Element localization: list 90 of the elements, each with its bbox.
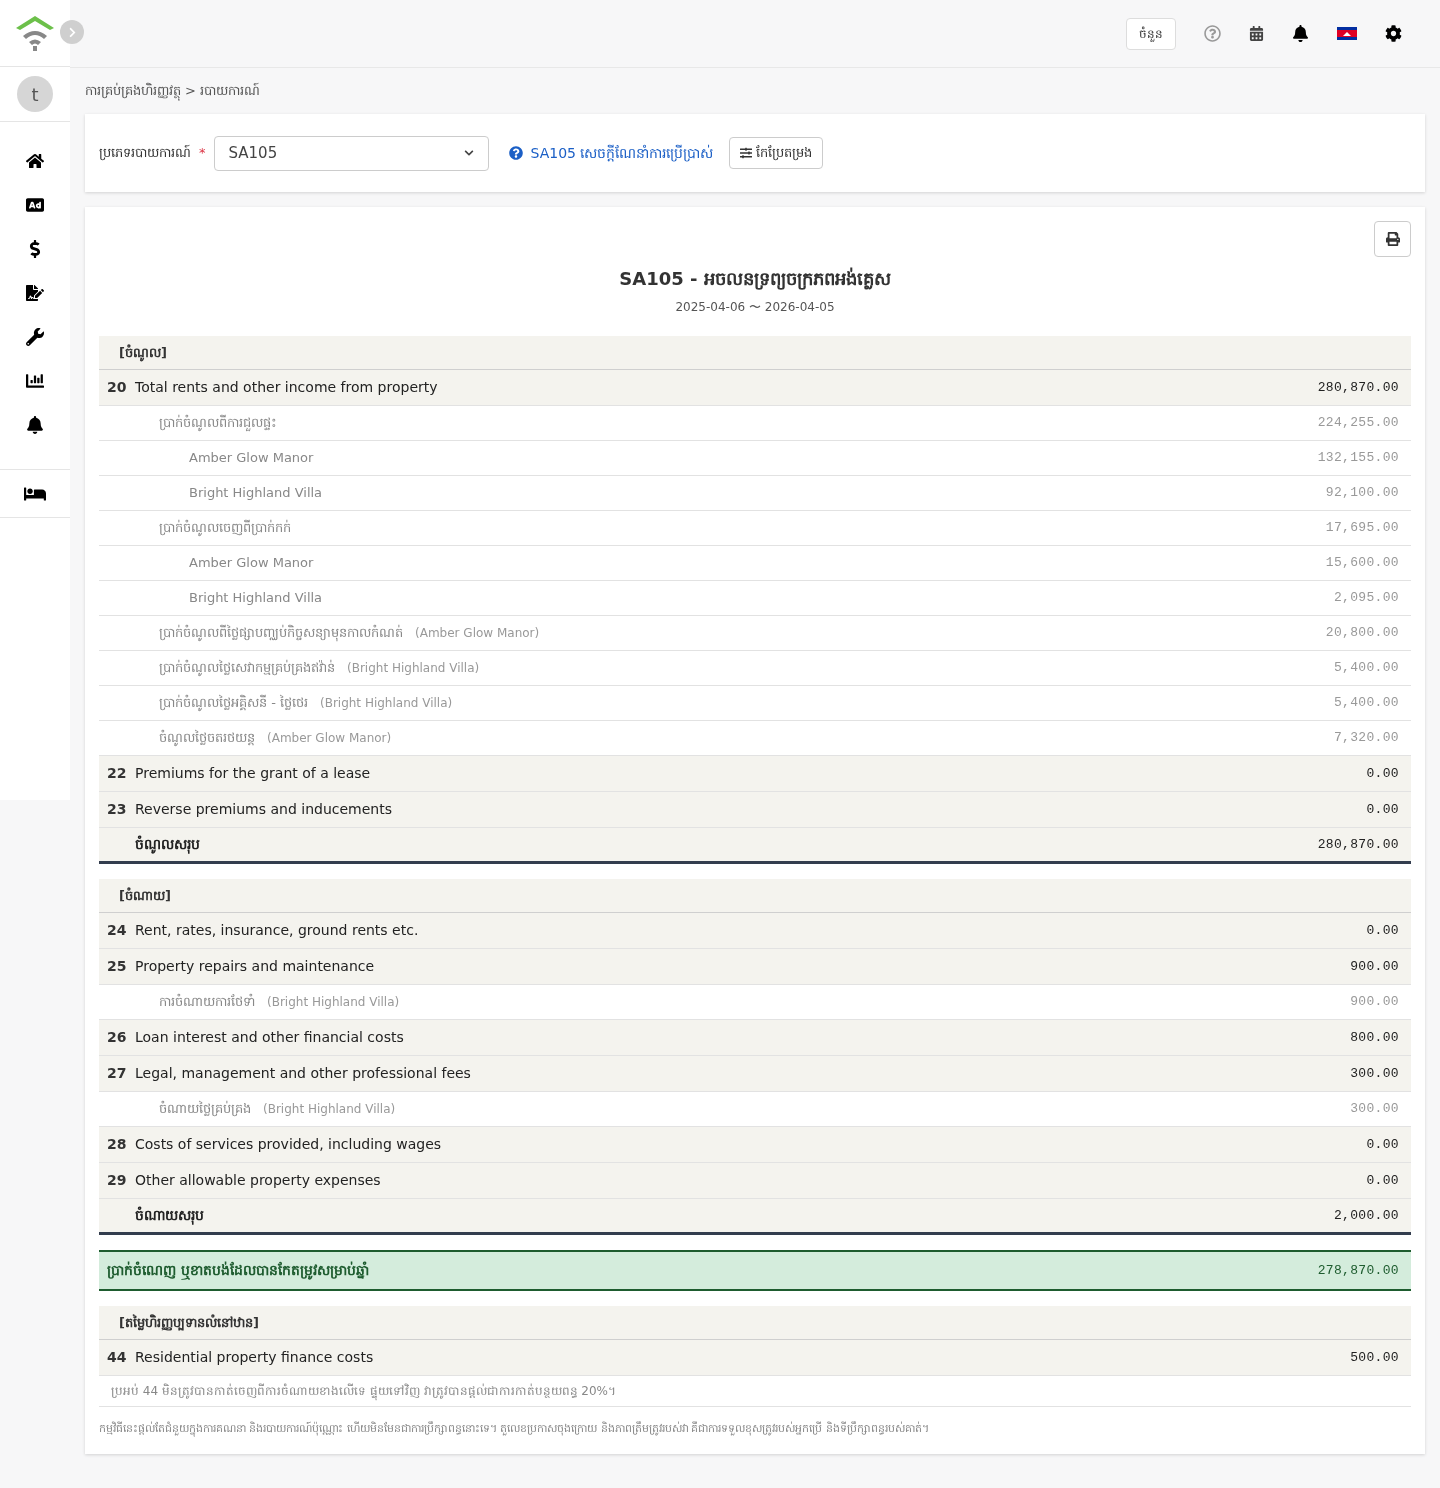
amount: 0.00 <box>1366 1171 1399 1190</box>
disclaimer: កម្មវិធីនេះផ្តល់តែជំនួយក្នុងការគណនា និងរបាយការណ៍ប៉ុណ្ណោះ ហើយមិនមែនជាការប្រឹក្សាពន្ធនោះទេ។ តួលេខប្រកាសចុងក្រោយ និងភាពត្រឹមត្រូវរបស់វា គឺជាការទទួលខុសត្រូវរបស់អ្នកប្រើ និងទីប្រឹក្សាពន្ធរបស់គាត់។ <box>99 1420 930 1438</box>
detail-label: ប្រាក់ចំណូលចេញពីប្រាក់កក់ <box>159 518 291 538</box>
section-heading: [ចំណូល] <box>99 336 1411 370</box>
amount: 15,600.00 <box>1325 554 1399 573</box>
detail-label: ប្រាក់ចំណូលថ្លៃសេវាកម្មគ្រប់គ្រងឥវ៉ាន់ <box>159 658 335 678</box>
amount: 7,320.00 <box>1334 729 1399 748</box>
calendar-icon[interactable] <box>1249 26 1264 41</box>
property-note: (Amber Glow Manor) <box>415 625 540 642</box>
ad-icon[interactable] <box>26 196 44 214</box>
total-label: ចំណូលសរុប <box>135 834 200 855</box>
edit-filter-button[interactable]: កែប្រែតម្រង <box>729 137 824 169</box>
amount: 0.00 <box>1366 764 1399 783</box>
detail-label: ប្រាក់ចំណូលពីការជួលផ្ទះ <box>159 413 277 433</box>
bar-chart-icon[interactable] <box>26 372 44 390</box>
breadcrumb-separator: > <box>185 82 196 101</box>
amount: 5,400.00 <box>1334 694 1399 713</box>
amount: 2,000.00 <box>1334 1206 1399 1225</box>
home-icon[interactable] <box>26 152 44 170</box>
line-label: Property repairs and maintenance <box>135 957 375 976</box>
detail-label: ការចំណាយការថែទាំ <box>159 992 255 1012</box>
help-icon <box>508 146 523 160</box>
amount: 900.00 <box>1350 993 1399 1012</box>
property-note: (Bright Highland Villa) <box>267 994 400 1011</box>
report-type-select[interactable]: SA105 <box>213 135 489 171</box>
amount: 92,100.00 <box>1325 484 1399 503</box>
amount: 224,255.00 <box>1317 414 1399 433</box>
help-icon[interactable] <box>1204 25 1221 42</box>
amount: 500.00 <box>1350 1348 1399 1367</box>
footnote: ប្រអប់ 44 មិនត្រូវបានកាត់ចេញពីការចំណាយខាងលើទេ ផ្ទុយទៅវិញ វាត្រូវបានផ្តល់ជាការកាត់បន្ថយពន្ធ 20%។ <box>99 1376 1411 1407</box>
section-heading: [តម្លៃហិរញ្ញប្បទានលំនៅឋាន] <box>99 1306 1411 1340</box>
field-label: ប្រភេទរបាយការណ៍ <box>99 144 191 163</box>
amount: 2,095.00 <box>1334 589 1399 608</box>
required-mark: * <box>199 144 206 163</box>
flag-icon[interactable] <box>1337 27 1357 40</box>
detail-label: ប្រាក់ចំណូលថ្លៃអគ្គិសនី - ថ្លៃថេរ <box>159 693 308 713</box>
detail-label: ចំណូលថ្លៃចតរថយន្ត <box>159 728 255 748</box>
detail-label: Amber Glow Manor <box>189 554 314 573</box>
amount: 20,800.00 <box>1325 624 1399 643</box>
detail-label: ចំណាយថ្លៃគ្រប់គ្រង <box>159 1099 251 1119</box>
amount: 0.00 <box>1366 1135 1399 1154</box>
amount: 0.00 <box>1366 921 1399 940</box>
line-label: Other allowable property expenses <box>135 1171 381 1190</box>
amount: 280,870.00 <box>1317 835 1399 854</box>
user-avatar[interactable]: t <box>17 76 53 112</box>
breadcrumb-link[interactable]: ការគ្រប់គ្រងហិរញ្ញវត្ថុ <box>85 81 181 101</box>
line-label: Loan interest and other financial costs <box>135 1028 404 1047</box>
amount: 0.00 <box>1366 800 1399 819</box>
chevron-down-icon <box>463 148 474 158</box>
amount: 800.00 <box>1350 1028 1399 1047</box>
line-label: Rent, rates, insurance, ground rents etc. <box>135 921 419 940</box>
line-label: Reverse premiums and inducements <box>135 800 392 819</box>
line-label: Residential property finance costs <box>135 1348 374 1367</box>
property-note: (Bright Highland Villa) <box>347 660 480 677</box>
line-label: Total rents and other income from property <box>135 378 438 397</box>
report-period: 2025-04-06 〜 2026-04-05 <box>674 299 836 316</box>
amount: 5,400.00 <box>1334 659 1399 678</box>
detail-label: Bright Highland Villa <box>189 484 323 503</box>
total-label: ចំណាយសរុប <box>135 1205 204 1226</box>
detail-label: ប្រាក់ចំណូលពីថ្លៃផ្សាបញ្ឈប់កិច្ចសន្យាមុនកាលកំណត់ <box>159 623 403 643</box>
print-icon <box>1385 232 1400 246</box>
amount: 300.00 <box>1350 1100 1399 1119</box>
amount: 17,695.00 <box>1325 519 1399 538</box>
property-note: (Bright Highland Villa) <box>263 1101 396 1118</box>
line-label: Premiums for the grant of a lease <box>135 764 371 783</box>
wrench-icon[interactable] <box>26 328 44 346</box>
notification-icon[interactable] <box>1292 25 1309 42</box>
line-label: Costs of services provided, including wages <box>135 1135 442 1154</box>
detail-label: Bright Highland Villa <box>189 589 323 608</box>
top-button[interactable]: ចំនួន <box>1126 17 1176 50</box>
logo-icon <box>14 14 56 52</box>
property-note: (Amber Glow Manor) <box>267 730 392 747</box>
detail-label: Amber Glow Manor <box>189 449 314 468</box>
breadcrumb-current: របាយការណ៍ <box>199 82 260 101</box>
amount: 280,870.00 <box>1317 378 1399 397</box>
settings-icon[interactable] <box>1385 25 1402 42</box>
amount: 278,870.00 <box>1317 1261 1399 1280</box>
help-link[interactable]: SA105 សេចក្តីណែនាំការប្រើប្រាស់ <box>530 142 714 164</box>
amount: 132,155.00 <box>1317 449 1399 468</box>
property-note: (Bright Highland Villa) <box>319 695 453 712</box>
line-label: Legal, management and other professional fees <box>135 1064 471 1083</box>
sliders-icon <box>740 147 753 159</box>
signature-icon[interactable] <box>26 284 44 302</box>
net-label: ប្រាក់ចំណេញ ឬខាតបង់ដែលបានកែតម្រូវសម្រាប់ឆ្នាំ <box>107 1260 369 1281</box>
amount: 300.00 <box>1350 1064 1399 1083</box>
print-button[interactable] <box>1374 221 1411 257</box>
bell-icon[interactable] <box>26 416 44 434</box>
report-title: SA105 - អចលនទ្រព្យចក្រភពអង់គ្លេស <box>618 266 892 292</box>
section-heading: [ចំណាយ] <box>99 879 1411 913</box>
amount: 900.00 <box>1350 957 1399 976</box>
